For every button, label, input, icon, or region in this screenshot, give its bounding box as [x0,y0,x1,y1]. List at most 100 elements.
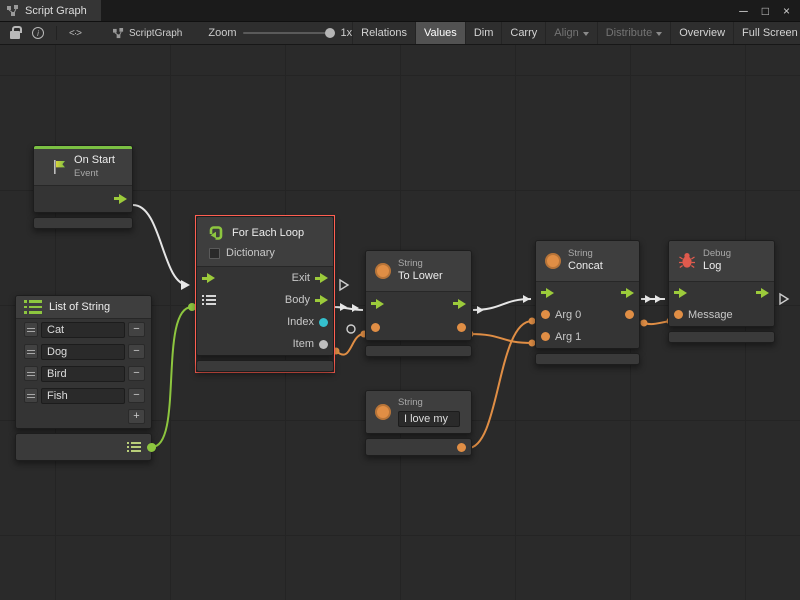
remove-item-button[interactable]: − [128,388,145,403]
list-item-input[interactable] [41,366,125,382]
exit-output-port[interactable]: Exit [292,272,328,284]
flow-arrow-icon [114,194,127,204]
list-output-icon [127,442,141,452]
toolbar-divider [56,26,57,40]
flow-arrow-icon [453,299,466,309]
unconnected-exit-arrow[interactable] [340,280,348,290]
node-concat[interactable]: String Concat Arg 0 Arg 1 [535,240,640,365]
zoom-slider-handle[interactable] [325,28,335,38]
zoom-slider[interactable] [243,32,335,34]
list-item-row: − [16,319,151,341]
wire-body-to-tolower[interactable] [334,307,363,310]
unconnected-port-indicator[interactable] [347,325,355,333]
item-output-port[interactable]: Item [293,338,328,350]
flow-arrow-icon [674,288,687,298]
node-footer [668,331,775,343]
graph-asset-icon [113,28,124,39]
remove-item-button[interactable]: − [128,344,145,359]
bug-icon [678,252,696,269]
lock-icon[interactable] [10,31,20,39]
carry-button[interactable]: Carry [501,22,545,44]
literal-output-port[interactable] [457,443,466,452]
arg1-input-port[interactable]: Arg 1 [541,331,581,343]
message-input-port[interactable]: Message [674,309,733,321]
align-dropdown[interactable]: Align [545,22,596,44]
wire-tolower-to-arg1[interactable] [470,334,532,343]
wire-onstart-to-foreach[interactable] [133,205,188,285]
string-type-icon [375,404,391,420]
info-icon[interactable]: i [32,27,44,39]
distribute-dropdown[interactable]: Distribute [597,22,670,44]
unconnected-log-exit-arrow[interactable] [780,294,788,304]
flow-output-port[interactable] [453,299,466,309]
minimize-button[interactable]: ─ [739,4,748,18]
title-bar: Script Graph ─ □ × [0,0,800,22]
list-item-input[interactable] [41,388,125,404]
flow-input-port[interactable] [674,288,687,298]
tab-script-graph[interactable]: Script Graph [0,0,101,21]
list-output-port[interactable] [147,443,156,452]
overview-button[interactable]: Overview [670,22,733,44]
node-debug-log[interactable]: Debug Log Message [668,240,775,343]
port-dot-icon [319,340,328,349]
string-input-port[interactable] [371,323,380,332]
wire-list-to-foreach[interactable] [152,307,192,447]
drag-handle-icon[interactable] [24,344,38,359]
collection-input-port[interactable] [202,295,216,305]
port-dot-icon [371,323,380,332]
flow-input-port[interactable] [541,288,554,298]
node-footer [365,345,472,357]
node-on-start[interactable]: On Start Event [33,145,133,229]
flow-output-port[interactable] [621,288,634,298]
maximize-button[interactable]: □ [762,4,769,18]
dictionary-checkbox[interactable] [209,248,220,259]
wire-literal-to-arg0[interactable] [468,321,532,448]
node-title: To Lower [398,270,443,284]
port-dot-icon [319,318,328,327]
node-to-lower[interactable]: String To Lower [365,250,472,357]
list-item-input[interactable] [41,322,125,338]
drag-handle-icon[interactable] [24,366,38,381]
flow-input-port[interactable] [371,299,384,309]
tab-label: Script Graph [25,5,87,17]
body-output-port[interactable]: Body [285,294,328,306]
remove-item-button[interactable]: − [128,366,145,381]
node-string-literal[interactable]: String [365,390,472,456]
close-button[interactable]: × [783,4,790,18]
flow-arrow-icon [315,295,328,305]
remove-item-button[interactable]: − [128,322,145,337]
trigger-output-port[interactable] [114,194,127,204]
graph-name-label: ScriptGraph [129,28,182,39]
graph-canvas[interactable]: On Start Event List of String [0,45,800,600]
chevron-down-icon [656,32,662,36]
graph-name[interactable]: ScriptGraph [113,28,182,39]
drag-handle-icon[interactable] [24,322,38,337]
values-button[interactable]: Values [415,22,465,44]
index-output-port[interactable]: Index [287,316,328,328]
result-output-port[interactable] [457,323,466,332]
list-item-input[interactable] [41,344,125,360]
node-for-each-loop[interactable]: For Each Loop Dictionary Exit Body [196,216,334,372]
port-dot-icon [541,332,550,341]
fullscreen-button[interactable]: Full Screen [733,22,800,44]
flow-arrow-icon [756,288,769,298]
code-icon[interactable]: <·> [69,28,81,39]
arg0-input-port[interactable]: Arg 0 [541,309,581,321]
flow-arrow-icon [202,273,215,283]
flow-input-port[interactable] [202,273,215,283]
wire-tolower-to-concat[interactable] [473,299,531,310]
dim-button[interactable]: Dim [465,22,502,44]
node-title: Log [703,260,731,274]
wire-item-to-tolower[interactable] [336,334,364,355]
relations-button[interactable]: Relations [352,22,415,44]
drag-handle-icon[interactable] [24,388,38,403]
loop-icon [207,224,225,242]
result-output-port[interactable] [625,310,634,319]
node-title: List of String [49,301,110,313]
node-list-of-string[interactable]: List of String − − [15,295,152,461]
chevron-down-icon [583,32,589,36]
flow-output-port[interactable] [756,288,769,298]
zoom-label: Zoom [208,27,236,39]
add-item-button[interactable]: + [128,409,145,424]
string-literal-input[interactable] [398,411,460,427]
